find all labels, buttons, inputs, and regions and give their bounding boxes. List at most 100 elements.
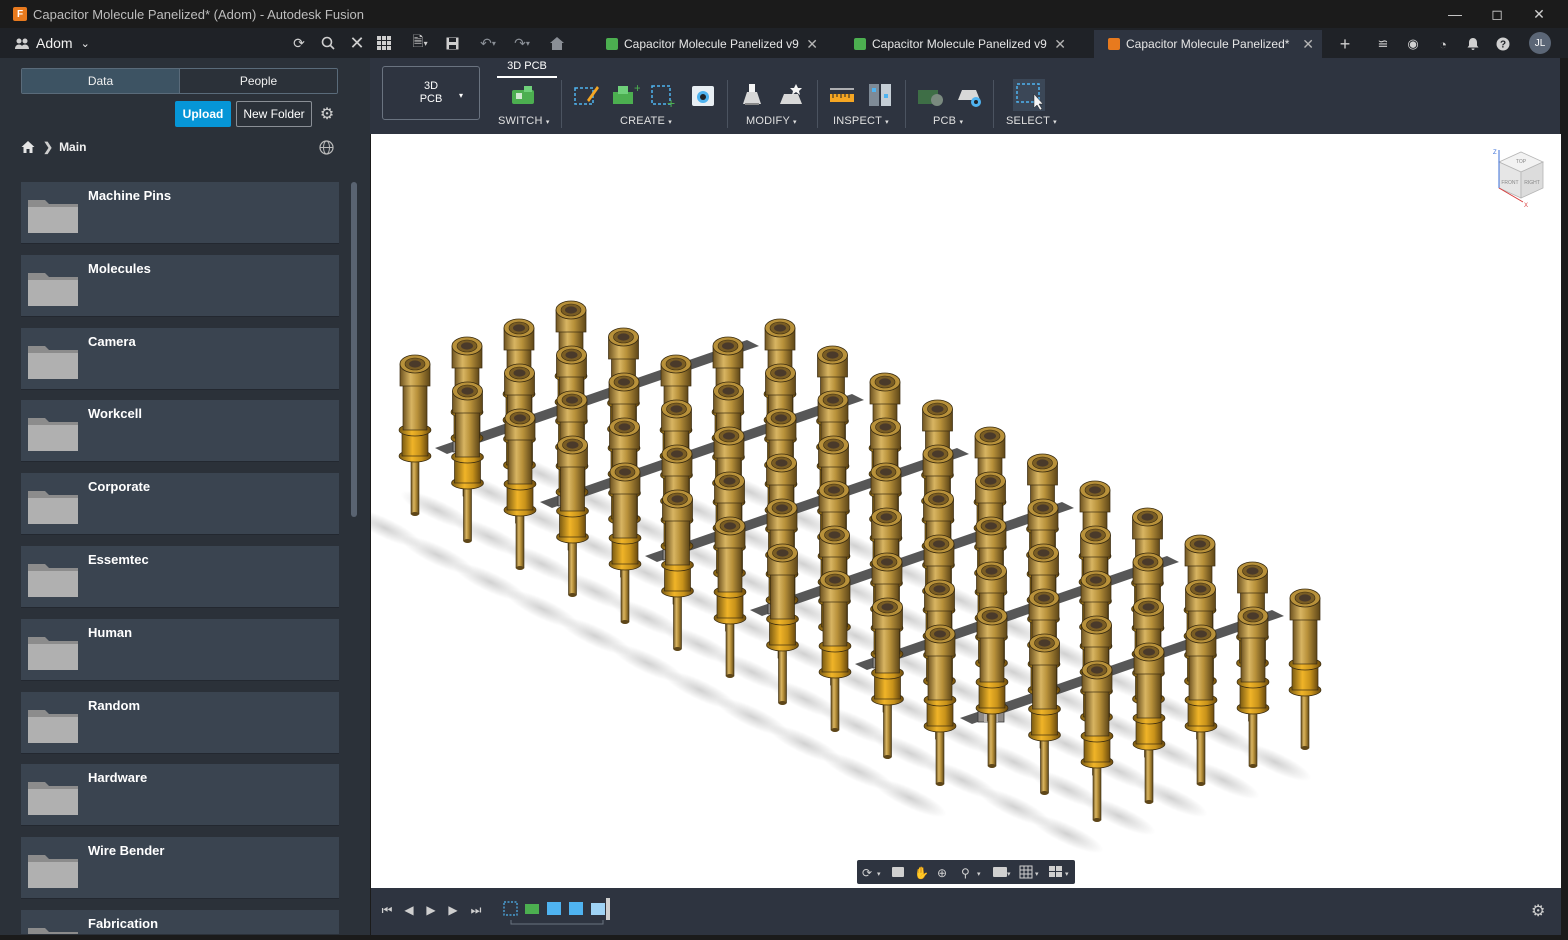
- search-icon[interactable]: [319, 34, 337, 52]
- online-status-icon[interactable]: ◉: [1402, 33, 1424, 55]
- file-menu-icon[interactable]: 🗎 ▾: [406, 33, 434, 52]
- axis-x-label: X: [1524, 203, 1528, 208]
- new-folder-button[interactable]: New Folder: [236, 101, 312, 127]
- display-settings-icon[interactable]: [993, 867, 1007, 877]
- look-at-icon[interactable]: [892, 867, 904, 877]
- chevron-right-icon: ❯: [43, 140, 54, 154]
- grid-icon[interactable]: [1019, 865, 1033, 879]
- home-icon[interactable]: [21, 140, 35, 154]
- document-tab-1[interactable]: Capacitor Molecule Panelized v9 ✕: [598, 30, 826, 58]
- fit-icon[interactable]: ⚲: [961, 866, 970, 880]
- globe-icon[interactable]: [319, 140, 335, 156]
- folder-list-item[interactable]: Molecules: [21, 254, 339, 317]
- redo-icon[interactable]: ↷ ▾: [508, 34, 536, 52]
- timeline-features[interactable]: [501, 898, 616, 926]
- workspace-switcher-button[interactable]: 3D PCB ▾: [382, 66, 480, 120]
- undo-icon[interactable]: ↶ ▾: [474, 34, 502, 52]
- modify-group-label[interactable]: MODIFY ▾: [746, 115, 797, 127]
- app-grid-icon[interactable]: [375, 34, 393, 52]
- tab-3d-pcb[interactable]: 3D PCB: [497, 60, 557, 72]
- create-board-icon[interactable]: +: [649, 80, 679, 110]
- save-icon[interactable]: [443, 34, 461, 52]
- home-icon[interactable]: [548, 34, 566, 52]
- press-pull-icon[interactable]: [737, 80, 767, 110]
- notifications-bell-icon[interactable]: [1462, 33, 1484, 55]
- tab-data[interactable]: Data: [22, 69, 179, 93]
- job-status-icon[interactable]: ◔: [1432, 33, 1454, 55]
- create-group-label[interactable]: CREATE ▾: [620, 115, 672, 127]
- step-back-icon[interactable]: ◀: [401, 902, 417, 918]
- maximize-button[interactable]: ◻: [1476, 0, 1518, 28]
- close-tab-icon[interactable]: ✕: [806, 36, 818, 53]
- create-component-icon[interactable]: +: [610, 80, 640, 110]
- inspect-group-label[interactable]: INSPECT ▾: [833, 115, 889, 127]
- zoom-icon[interactable]: ⊕: [937, 866, 947, 880]
- user-avatar[interactable]: JL: [1529, 32, 1551, 54]
- folder-list-item[interactable]: Machine Pins: [21, 182, 339, 244]
- breadcrumb-current[interactable]: Main: [59, 140, 86, 154]
- folder-list-item[interactable]: Random: [21, 691, 339, 754]
- sketch-icon[interactable]: [571, 80, 601, 110]
- close-tab-icon[interactable]: ✕: [1054, 36, 1066, 53]
- team-icon: [15, 38, 29, 49]
- switch-pcb-icon[interactable]: [508, 80, 538, 110]
- team-switcher[interactable]: Adom ⌄: [14, 35, 90, 51]
- folder-list-item[interactable]: Fabrication: [21, 909, 339, 934]
- select-group-label[interactable]: SELECT ▾: [1006, 115, 1057, 127]
- extensions-icon[interactable]: ≌: [1372, 33, 1394, 55]
- folder-list-scrollbar[interactable]: [351, 182, 357, 517]
- orbit-icon[interactable]: ⟳: [862, 866, 872, 880]
- upload-button[interactable]: Upload: [175, 101, 231, 127]
- document-tab-3-active[interactable]: Capacitor Molecule Panelized* ✕: [1094, 30, 1322, 58]
- viewcube-top-label[interactable]: TOP: [1516, 159, 1527, 165]
- document-tab-2[interactable]: Capacitor Molecule Panelized v9 ✕: [846, 30, 1074, 58]
- close-panel-icon[interactable]: ✕: [348, 33, 366, 53]
- minimize-button[interactable]: —: [1434, 0, 1476, 28]
- folder-name: Hardware: [88, 770, 148, 786]
- pcb-group-label[interactable]: PCB ▾: [933, 115, 963, 127]
- switch-group-label[interactable]: SWITCH ▾: [498, 115, 550, 127]
- pan-hand-icon[interactable]: ✋: [914, 866, 929, 880]
- section-analysis-icon[interactable]: [865, 80, 895, 110]
- step-forward-icon[interactable]: ▶: [445, 902, 461, 918]
- tab-people[interactable]: People: [179, 69, 337, 93]
- 3d-viewport[interactable]: TOP FRONT RIGHT Z X ⟳ ▾ ✋ ⊕ ⚲ ▾ ▾ ▾ ▾: [371, 134, 1561, 888]
- render-view-icon[interactable]: [688, 80, 718, 110]
- pcb-settings-icon[interactable]: [954, 80, 984, 110]
- pcb-push-icon[interactable]: [915, 80, 945, 110]
- window-select-icon[interactable]: [1012, 78, 1046, 112]
- refresh-icon[interactable]: ⟳: [290, 34, 308, 52]
- close-window-button[interactable]: ✕: [1518, 0, 1560, 28]
- go-to-start-icon[interactable]: ⏮: [379, 902, 395, 918]
- folder-list-item[interactable]: Camera: [21, 327, 339, 390]
- timeline-settings-gear-icon[interactable]: ⚙: [1531, 901, 1549, 920]
- close-tab-icon[interactable]: ✕: [1302, 36, 1314, 53]
- gear-icon[interactable]: ⚙: [318, 105, 336, 123]
- svg-text:+: +: [667, 95, 675, 110]
- viewcube-front-label[interactable]: FRONT: [1501, 180, 1518, 186]
- view-cube[interactable]: TOP FRONT RIGHT Z X: [1491, 146, 1551, 208]
- pcb-3d-model[interactable]: [371, 134, 1561, 888]
- go-to-end-icon[interactable]: ⏭: [468, 902, 484, 918]
- play-icon[interactable]: ▶: [423, 902, 439, 918]
- machine-pin[interactable]: [1288, 588, 1322, 750]
- help-icon[interactable]: ?: [1492, 33, 1514, 55]
- timeline: ⏮ ◀ ▶ ▶ ⏭ ⚙: [371, 888, 1561, 935]
- folder-icon: [28, 272, 78, 306]
- move-copy-icon[interactable]: [776, 80, 806, 110]
- window-title: Capacitor Molecule Panelized* (Adom) - A…: [33, 6, 364, 22]
- folder-list-item[interactable]: Workcell: [21, 400, 339, 463]
- data-panel-tabs: Data People: [21, 68, 338, 94]
- folder-name: Wire Bender: [88, 843, 165, 859]
- folder-list-item[interactable]: Hardware: [21, 764, 339, 827]
- measure-icon[interactable]: [827, 80, 857, 110]
- viewports-icon[interactable]: [1049, 866, 1062, 877]
- folder-list-item[interactable]: Essemtec: [21, 545, 339, 608]
- design-document-icon: [1108, 38, 1120, 50]
- viewcube-right-label[interactable]: RIGHT: [1524, 180, 1540, 186]
- divider: [727, 80, 728, 128]
- new-tab-icon[interactable]: +: [1334, 33, 1356, 55]
- folder-list-item[interactable]: Wire Bender: [21, 837, 339, 900]
- folder-list-item[interactable]: Human: [21, 618, 339, 681]
- folder-list-item[interactable]: Corporate: [21, 473, 339, 536]
